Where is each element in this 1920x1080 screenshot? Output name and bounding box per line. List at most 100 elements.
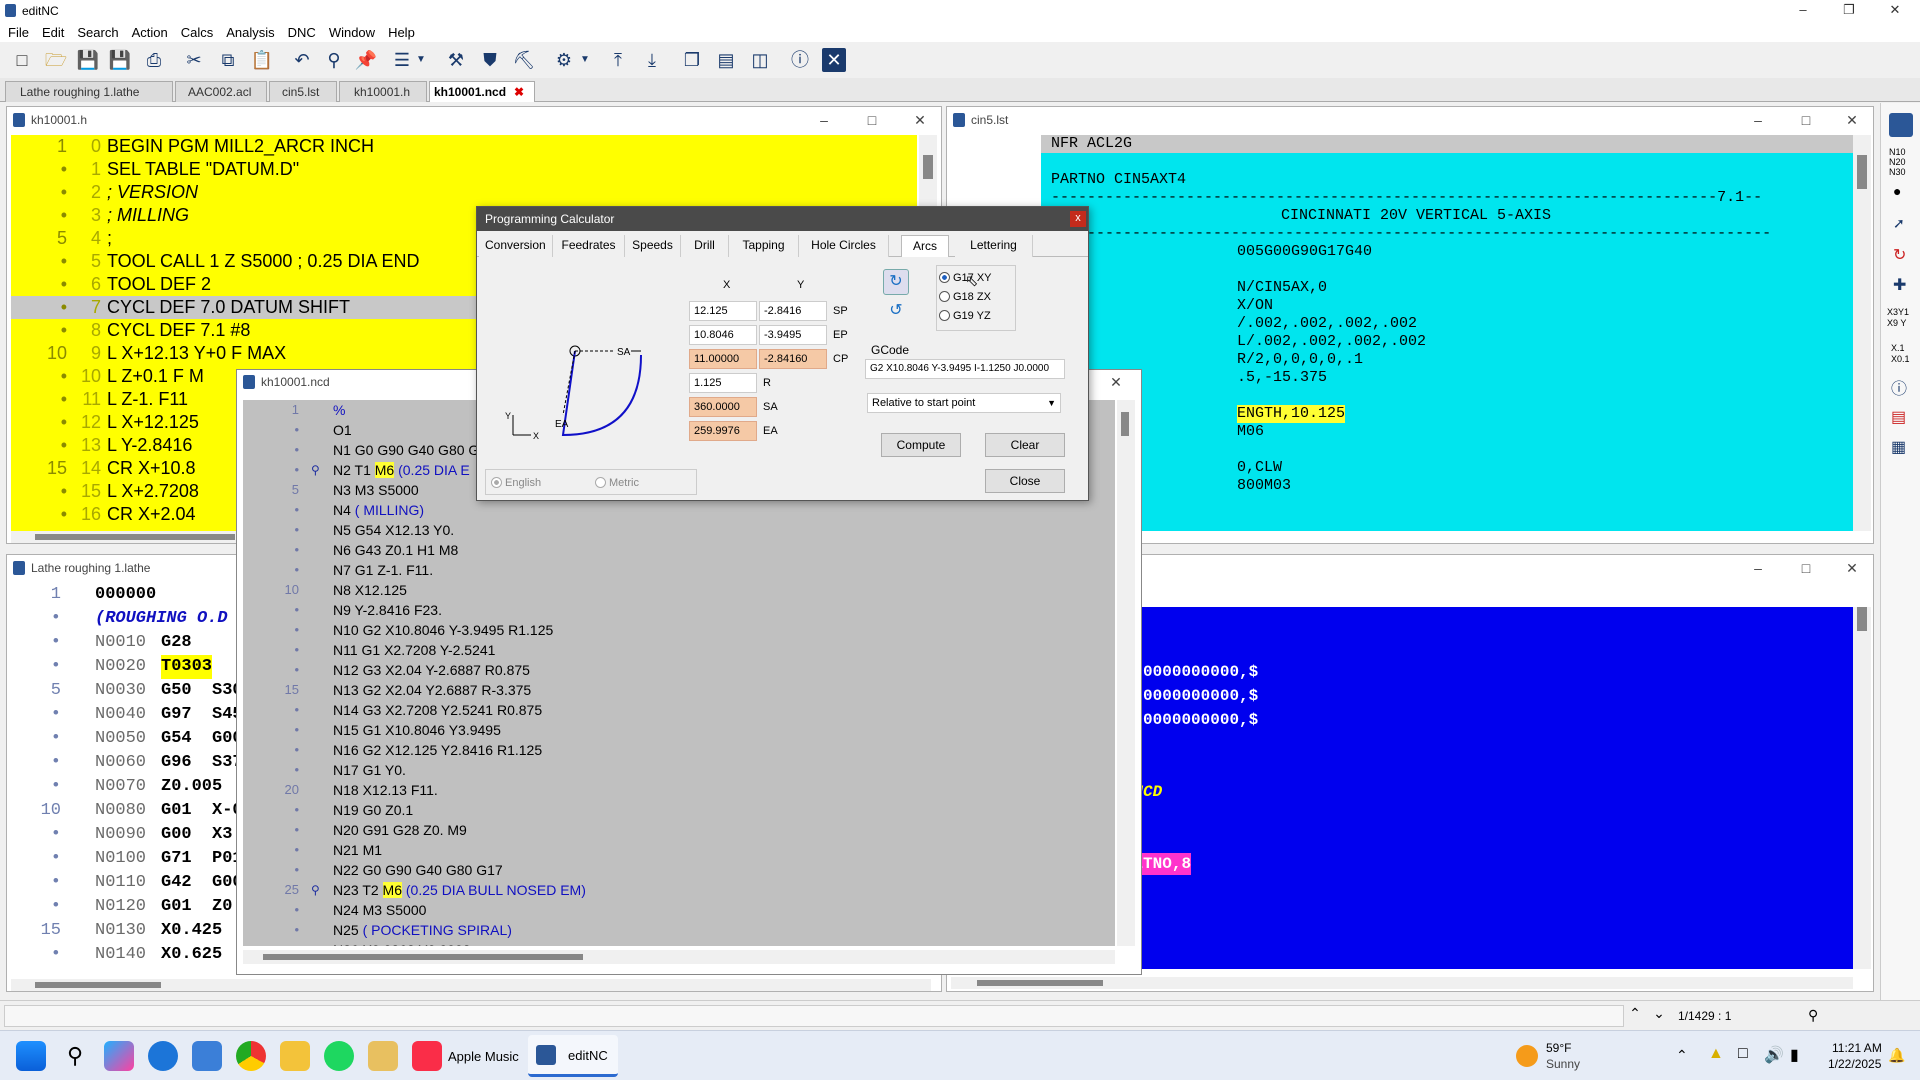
send-icon[interactable]: ⤒	[606, 48, 630, 72]
window-maximize-button[interactable]: □	[849, 107, 895, 133]
app-icon-blue[interactable]	[192, 1041, 222, 1071]
palette-arc-icon[interactable]: ↻	[1893, 245, 1906, 265]
save-as-icon[interactable]: 💾	[108, 48, 132, 72]
tab-tapping[interactable]: Tapping	[729, 235, 799, 257]
cut-icon[interactable]: ✂	[182, 48, 206, 72]
code-editor[interactable]: NFR ACL2G PARTNO CIN5AXT4 ----------------…	[1041, 135, 1853, 531]
menu-action[interactable]: Action	[124, 22, 173, 40]
tile-vertical-icon[interactable]: ◫	[748, 48, 772, 72]
g19-yz-radio[interactable]: G19 YZ	[939, 309, 991, 323]
tab-close-icon[interactable]: ✖	[514, 85, 524, 99]
horizontal-scrollbar[interactable]	[951, 977, 1853, 989]
ea-field[interactable]: 259.9976	[689, 421, 757, 441]
cw-direction-icon[interactable]: ↻	[883, 269, 909, 295]
edge-icon[interactable]	[148, 1041, 178, 1071]
ep-x-field[interactable]: 10.8046	[689, 325, 757, 345]
clear-button[interactable]: Clear	[985, 433, 1065, 457]
menu-help[interactable]: Help	[380, 22, 420, 40]
palette-calc-icon[interactable]: ▦	[1891, 437, 1906, 457]
maximize-button[interactable]: ❐	[1826, 0, 1872, 22]
close-button[interactable]: ✕	[1872, 0, 1918, 22]
code-editor[interactable]: 1 000000 • (ROUGHING O.D • N0010 G28 • N0020 T030…	[11, 583, 237, 979]
horizontal-scrollbar[interactable]	[11, 979, 931, 991]
undo-icon[interactable]: ↶	[290, 48, 314, 72]
mode-select[interactable]: Relative to start point ▼	[867, 393, 1061, 413]
tool-icon[interactable]: ⚒	[444, 48, 468, 72]
tab-cin5[interactable]: cin5.lst	[269, 81, 337, 102]
window-maximize-button[interactable]: □	[1783, 107, 1829, 133]
palette-ruler-icon[interactable]: ▤	[1891, 407, 1906, 427]
palette-n10-icon[interactable]: N10 N20 N30	[1889, 147, 1906, 177]
scroll-thumb[interactable]	[35, 982, 161, 988]
tray-app-icon[interactable]: ▲	[1708, 1045, 1724, 1063]
scroll-thumb[interactable]	[1857, 607, 1867, 631]
tab-feedrates[interactable]: Feedrates	[553, 235, 625, 257]
apple-music-label[interactable]: Apple Music	[448, 1049, 519, 1064]
cascade-icon[interactable]: ❐	[680, 48, 704, 72]
drill-icon[interactable]: ⛊	[478, 48, 502, 72]
network-icon[interactable]: □	[1738, 1045, 1748, 1063]
apple-music-icon[interactable]	[412, 1041, 442, 1071]
paste-icon[interactable]: 📋	[250, 48, 274, 72]
tab-speeds[interactable]: Speeds	[625, 235, 681, 257]
g18-zx-radio[interactable]: G18 ZX	[939, 290, 991, 304]
close-all-icon[interactable]: ✕	[822, 48, 846, 72]
chrome-icon[interactable]	[236, 1041, 266, 1071]
bookmark-icon[interactable]: ⚲	[311, 460, 320, 480]
window-maximize-button[interactable]: □	[1783, 555, 1829, 581]
search-icon[interactable]: ⚲	[1808, 1007, 1818, 1024]
cp-x-field[interactable]: 11.00000	[689, 349, 757, 369]
tab-aac002[interactable]: AAC002.acl	[175, 81, 267, 102]
tray-chevron-icon[interactable]: ⌃	[1676, 1047, 1688, 1064]
lathe-icon[interactable]: ⛏	[512, 48, 536, 72]
tab-lettering[interactable]: Lettering	[955, 235, 1033, 257]
scroll-thumb[interactable]	[977, 980, 1103, 986]
new-file-icon[interactable]: □	[10, 48, 34, 72]
clock-date[interactable]: 1/22/2025	[1828, 1057, 1881, 1071]
horizontal-scrollbar[interactable]	[243, 950, 1115, 964]
dropdown-arrow-icon-2[interactable]: ▼	[578, 48, 592, 72]
vertical-scrollbar[interactable]	[1853, 135, 1871, 531]
machine-icon[interactable]: ⚙	[552, 48, 576, 72]
tab-kh10001-h[interactable]: kh10001.h	[339, 81, 427, 102]
start-icon[interactable]	[16, 1041, 46, 1071]
tile-horizontal-icon[interactable]: ▤	[714, 48, 738, 72]
notification-icon[interactable]: 🔔	[1888, 1047, 1905, 1064]
cp-y-field[interactable]: -2.84160	[759, 349, 827, 369]
pin-icon[interactable]: 📌	[354, 48, 378, 72]
dialog-close-icon[interactable]: x	[1070, 211, 1086, 227]
r-field[interactable]: 1.125	[689, 373, 757, 393]
save-icon[interactable]: 💾	[76, 48, 100, 72]
menu-dnc[interactable]: DNC	[280, 22, 321, 40]
tab-lathe-roughing[interactable]: Lathe roughing 1.lathe	[5, 81, 173, 102]
file-explorer-icon[interactable]	[280, 1041, 310, 1071]
vertical-scrollbar[interactable]	[1853, 607, 1871, 969]
window-close-button[interactable]: ✕	[1093, 370, 1139, 394]
open-folder-icon[interactable]: 🗁	[44, 48, 68, 72]
help-icon[interactable]: ⓘ	[788, 48, 812, 72]
editnc-task-button[interactable]: editNC	[528, 1035, 618, 1077]
menu-edit[interactable]: Edit	[34, 22, 69, 40]
scroll-thumb[interactable]	[263, 954, 583, 960]
scroll-thumb[interactable]	[35, 534, 235, 540]
menu-file[interactable]: File	[0, 22, 34, 40]
window-close-button[interactable]: ✕	[1829, 107, 1875, 133]
chevron-down-icon[interactable]: ⌄	[1648, 1005, 1670, 1027]
menu-calcs[interactable]: Calcs	[173, 22, 219, 40]
clock-time[interactable]: 11:21 AM	[1832, 1041, 1882, 1055]
window-close-button[interactable]: ✕	[1829, 555, 1875, 581]
sp-y-field[interactable]: -2.8416	[759, 301, 827, 321]
palette-info-icon[interactable]: ⓘ	[1891, 375, 1907, 399]
app-icon-yellow[interactable]	[368, 1041, 398, 1071]
palette-tool-icon[interactable]	[1889, 113, 1913, 137]
receive-icon[interactable]: ⤓	[640, 48, 664, 72]
sa-field[interactable]: 360.0000	[689, 397, 757, 417]
tab-arcs[interactable]: Arcs	[901, 235, 949, 257]
palette-line-icon[interactable]: ➚	[1893, 215, 1905, 232]
vertical-scrollbar[interactable]	[1117, 400, 1135, 946]
window-close-button[interactable]: ✕	[897, 107, 943, 133]
tab-kh10001-ncd[interactable]: kh10001.ncd ✖	[429, 81, 535, 102]
find-icon[interactable]: ⚲	[322, 48, 346, 72]
compute-button[interactable]: Compute	[881, 433, 961, 457]
battery-icon[interactable]: ▮	[1790, 1045, 1799, 1065]
